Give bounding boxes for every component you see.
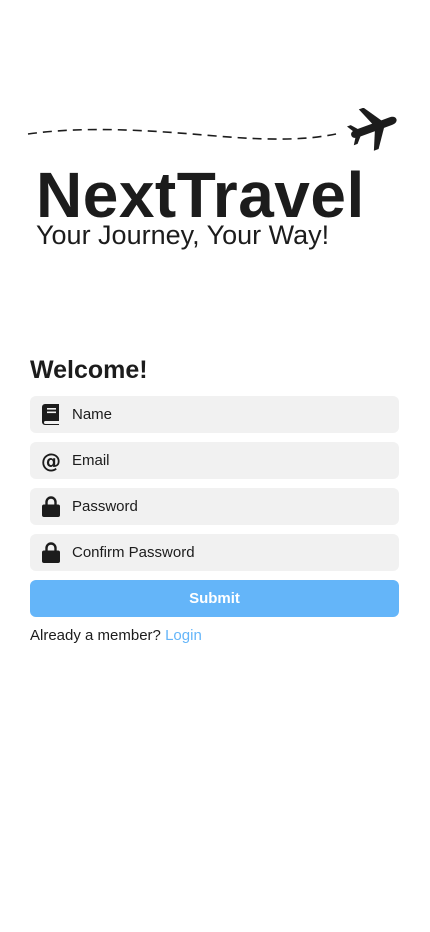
dashed-trail <box>27 128 337 140</box>
confirm-password-input[interactable] <box>72 534 399 571</box>
signup-form: Welcome! @ <box>30 354 399 645</box>
member-prompt-text: Already a member? <box>30 627 161 644</box>
email-input[interactable] <box>72 442 399 479</box>
at-sign-icon: @ <box>41 450 61 472</box>
signup-screen: NextTravel Your Journey, Your Way! Welco… <box>0 0 430 932</box>
password-input[interactable] <box>72 488 399 525</box>
login-prompt: Already a member? Login <box>30 627 399 645</box>
book-icon <box>41 404 61 426</box>
login-link[interactable]: Login <box>165 627 202 644</box>
name-input[interactable] <box>72 396 399 433</box>
lock-icon <box>41 542 61 564</box>
confirm-password-field[interactable] <box>30 534 399 571</box>
name-field[interactable] <box>30 396 399 433</box>
at-sign-glyph: @ <box>41 448 61 473</box>
lock-icon <box>41 496 61 518</box>
airplane-icon <box>346 108 397 151</box>
flight-path-graphic <box>27 108 397 151</box>
password-field[interactable] <box>30 488 399 525</box>
welcome-heading: Welcome! <box>30 356 148 384</box>
email-field[interactable]: @ <box>30 442 399 479</box>
submit-button[interactable]: Submit <box>30 580 399 617</box>
brand-tagline: Your Journey, Your Way! <box>36 220 330 250</box>
